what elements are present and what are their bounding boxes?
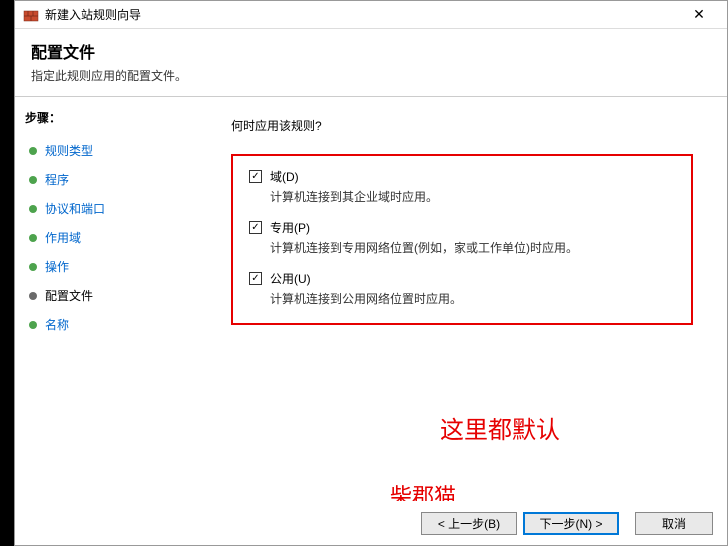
cancel-button[interactable]: 取消 [635, 512, 713, 535]
annotation-note: 这里都默认 [440, 415, 560, 446]
step-label: 配置文件 [45, 287, 93, 304]
checkbox-row: ✓ 专用(P) [249, 219, 675, 236]
checkbox-group-0: ✓ 域(D) 计算机连接到其企业域时应用。 [249, 168, 675, 205]
step-item-6[interactable]: 名称 [25, 310, 191, 339]
checkbox-description: 计算机连接到其企业域时应用。 [270, 188, 675, 205]
footer-buttons: < 上一步(B) 下一步(N) > 取消 [15, 501, 727, 545]
firewall-icon [23, 7, 39, 23]
header-panel: 配置文件 指定此规则应用的配置文件。 [15, 29, 727, 97]
checkbox-row: ✓ 域(D) [249, 168, 675, 185]
highlight-box: ✓ 域(D) 计算机连接到其企业域时应用。 ✓ 专用(P) 计算机连接到专用网络位置(例如… [231, 154, 693, 325]
step-item-1[interactable]: 程序 [25, 165, 191, 194]
step-bullet-icon [29, 263, 37, 271]
steps-label: 步骤： [25, 109, 191, 126]
annotation-watermark: 柴郡猫www.cheshirex.com [390, 483, 584, 501]
step-item-4[interactable]: 操作 [25, 252, 191, 281]
close-button[interactable]: ✕ [679, 1, 719, 29]
page-description: 指定此规则应用的配置文件。 [31, 67, 711, 84]
step-bullet-icon [29, 176, 37, 184]
page-title: 配置文件 [31, 39, 711, 63]
step-label: 操作 [45, 258, 69, 275]
steps-sidebar: 步骤： 规则类型程序协议和端口作用域操作配置文件名称 [15, 97, 195, 501]
step-bullet-icon [29, 234, 37, 242]
step-label: 规则类型 [45, 142, 93, 159]
checkbox-label: 专用(P) [270, 219, 310, 236]
checkbox-input[interactable]: ✓ [249, 170, 262, 183]
window-title: 新建入站规则向导 [45, 6, 679, 23]
checkbox-group-1: ✓ 专用(P) 计算机连接到专用网络位置(例如，家或工作单位)时应用。 [249, 219, 675, 256]
checkbox-row: ✓ 公用(U) [249, 270, 675, 287]
checkbox-input[interactable]: ✓ [249, 272, 262, 285]
checkbox-label: 域(D) [270, 168, 299, 185]
step-item-5[interactable]: 配置文件 [25, 281, 191, 310]
checkbox-group-2: ✓ 公用(U) 计算机连接到公用网络位置时应用。 [249, 270, 675, 307]
step-item-2[interactable]: 协议和端口 [25, 194, 191, 223]
step-item-0[interactable]: 规则类型 [25, 136, 191, 165]
step-bullet-icon [29, 205, 37, 213]
step-bullet-icon [29, 147, 37, 155]
step-label: 作用域 [45, 229, 81, 246]
checkbox-description: 计算机连接到专用网络位置(例如，家或工作单位)时应用。 [270, 239, 675, 256]
step-label: 名称 [45, 316, 69, 333]
titlebar: 新建入站规则向导 ✕ [15, 1, 727, 29]
wizard-window: 新建入站规则向导 ✕ 配置文件 指定此规则应用的配置文件。 步骤： 规则类型程序… [14, 0, 728, 546]
checkbox-description: 计算机连接到公用网络位置时应用。 [270, 290, 675, 307]
step-label: 程序 [45, 171, 69, 188]
body-panel: 步骤： 规则类型程序协议和端口作用域操作配置文件名称 何时应用该规则? ✓ 域(D… [15, 97, 727, 501]
step-bullet-icon [29, 292, 37, 300]
step-label: 协议和端口 [45, 200, 105, 217]
step-bullet-icon [29, 321, 37, 329]
checkbox-input[interactable]: ✓ [249, 221, 262, 234]
close-icon: ✕ [693, 6, 705, 23]
back-button[interactable]: < 上一步(B) [421, 512, 517, 535]
step-item-3[interactable]: 作用域 [25, 223, 191, 252]
next-button[interactable]: 下一步(N) > [523, 512, 619, 535]
prompt-text: 何时应用该规则? [231, 117, 703, 134]
content-area: 何时应用该规则? ✓ 域(D) 计算机连接到其企业域时应用。 ✓ 专用(P) 计算机连接到… [195, 97, 727, 501]
checkbox-label: 公用(U) [270, 270, 311, 287]
